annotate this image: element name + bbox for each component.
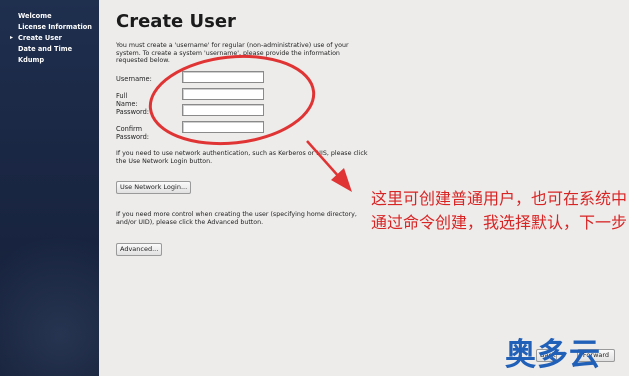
sidebar-item-label: Date and Time (18, 45, 73, 53)
username-label: Username: (116, 75, 152, 83)
sidebar-item-welcome: Welcome (0, 12, 98, 20)
network-login-note: If you need to use network authenticatio… (116, 150, 368, 165)
password-input[interactable] (182, 104, 264, 116)
sidebar-item-label: Kdump (18, 56, 45, 64)
sidebar-item-create-user: ▸ Create User (0, 34, 98, 42)
sidebar-nav: Welcome License Information ▸ Create Use… (0, 12, 99, 67)
sidebar-item-label: License Information (18, 23, 92, 31)
username-input[interactable] (182, 71, 264, 83)
full-name-input[interactable] (182, 87, 264, 100)
sidebar: Welcome License Information ▸ Create Use… (0, 0, 99, 376)
advanced-button[interactable]: Advanced... (116, 243, 163, 256)
sidebar-item-kdump: Kdump (0, 56, 98, 64)
full-name-label: Full Name: (116, 91, 138, 108)
sidebar-item-license: License Information (0, 23, 98, 31)
current-step-icon: ▸ (10, 34, 14, 41)
sidebar-item-label: Welcome (18, 12, 52, 20)
sidebar-item-date-time: Date and Time (0, 45, 98, 53)
watermark-logo: 奥多云 (505, 337, 601, 373)
use-network-login-button[interactable]: Use Network Login... (116, 181, 192, 194)
intro-text: You must create a 'username' for regular… (116, 42, 349, 65)
confirm-password-input[interactable] (182, 120, 264, 133)
annotation-text: 这里可创建普通用户，也可在系统中通过命令创建，我选择默认，下一步 (371, 189, 628, 232)
password-label: Password: (116, 108, 150, 116)
page-title: Create User (116, 11, 236, 32)
confirm-password-label: Confirm Password: (116, 124, 150, 141)
advanced-note: If you need more control when creating t… (116, 211, 357, 226)
sidebar-item-label: Create User (18, 34, 62, 42)
